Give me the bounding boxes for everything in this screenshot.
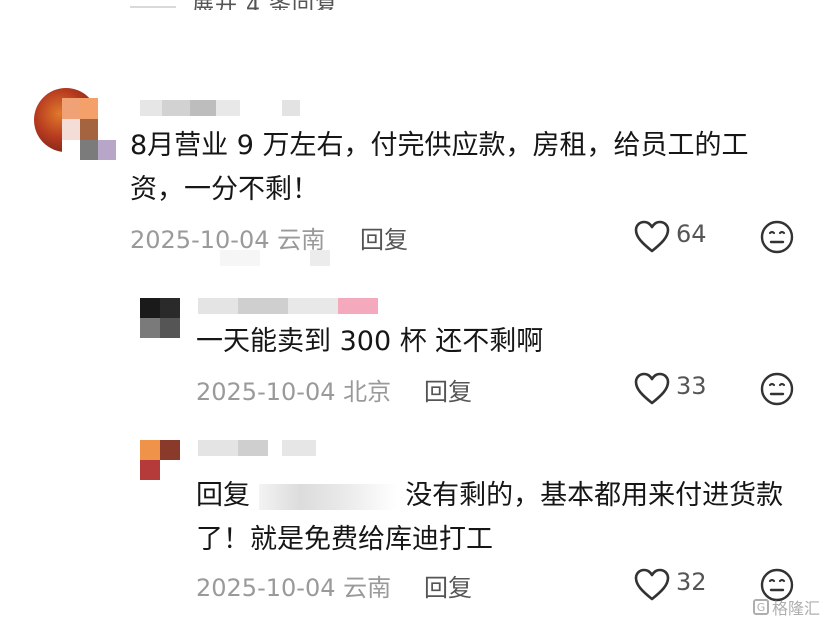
reply-button[interactable]: 回复 [424, 372, 472, 407]
expand-replies-link[interactable]: 展开 4 条回复 [192, 0, 338, 10]
meh-face-icon [760, 220, 794, 254]
reply-button[interactable]: 回复 [424, 568, 472, 603]
avatar-mosaic [62, 98, 116, 160]
comment-text-line: 资，一分不剩！ [130, 174, 319, 205]
dislike-button[interactable] [760, 372, 794, 406]
meh-face-icon [760, 372, 794, 406]
watermark-text: 格隆汇 [771, 599, 820, 618]
comment-text-line: 8月营业 9 万左右，付完供应款，房租，给员工的工 [130, 130, 749, 161]
comment-text-line: 了！就是免费给库迪打工 [196, 524, 493, 555]
comment-date: 2025-10-04 [196, 574, 336, 602]
watermark: G 格隆汇 [752, 595, 820, 619]
username-blurred[interactable] [140, 100, 300, 118]
dislike-button[interactable] [760, 220, 794, 254]
reply-prefix: 回复 [196, 480, 250, 511]
heart-outline-icon [634, 568, 670, 601]
username-blurred[interactable] [198, 440, 348, 468]
username-blurred[interactable] [198, 298, 408, 316]
comment-text: 一天能卖到 300 杯 还不剩啊 [196, 326, 544, 357]
avatar[interactable] [140, 440, 180, 480]
like-count: 33 [676, 372, 707, 400]
comment-location: 云南 [343, 574, 392, 602]
comment-text: 回复 没有剩的，基本都用来付进货款 了！就是免费给库迪打工 [196, 474, 806, 562]
comment-text-line: 回复 没有剩的，基本都用来付进货款 [196, 474, 806, 518]
mentioned-user-blurred[interactable] [258, 483, 397, 510]
heart-outline-icon [634, 372, 670, 405]
avatar[interactable] [140, 298, 180, 338]
comment-location: 北京 [343, 378, 392, 406]
comment-meta: 2025-10-04 北京 [196, 372, 391, 407]
like-count: 32 [676, 568, 707, 596]
comment-text: 8月营业 9 万左右，付完供应款，房租，给员工的工 资，一分不剩！ [130, 124, 790, 212]
like-count: 64 [676, 220, 707, 248]
comment-meta: 2025-10-04 云南 [196, 568, 391, 603]
blurred-region [220, 250, 400, 266]
like-button[interactable] [634, 568, 670, 602]
like-button[interactable] [634, 220, 670, 254]
heart-outline-icon [634, 220, 670, 253]
expand-divider [130, 6, 176, 8]
like-button[interactable] [634, 372, 670, 406]
watermark-logo-icon: G [752, 599, 769, 615]
comment-date: 2025-10-04 [196, 378, 336, 406]
comment-text-line: 没有剩的，基本都用来付进货款 [405, 480, 784, 511]
